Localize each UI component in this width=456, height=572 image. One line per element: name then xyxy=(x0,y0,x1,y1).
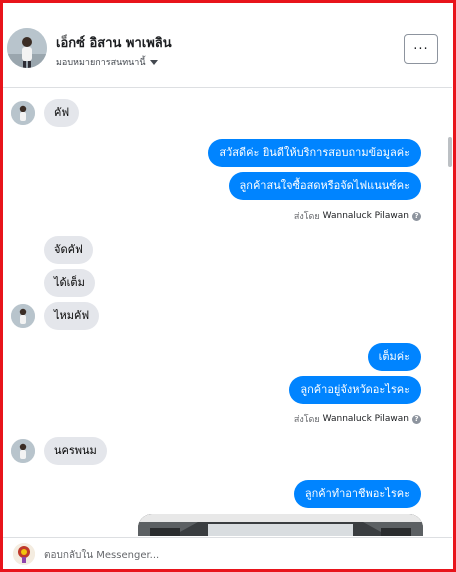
message-bubble[interactable]: ลูกค้าทำอาชีพอะไรคะ xyxy=(293,480,421,508)
sent-by-label: ส่งโดย Wannaluck Pilawan ? xyxy=(294,209,421,223)
sender-avatar xyxy=(11,101,35,125)
assign-label: มอบหมายการสนทนานี้ xyxy=(56,58,146,68)
sender-avatar xyxy=(11,304,35,328)
message-row-incoming: คัฟ xyxy=(11,99,80,127)
message-bubble[interactable]: ได้เต็ม xyxy=(44,269,95,297)
message-bubble[interactable]: ไหมคัฟ xyxy=(44,302,100,330)
reply-bar: ตอบกลับใน Messenger... xyxy=(3,537,452,569)
assign-conversation-dropdown[interactable]: มอบหมายการสนทนานี้ xyxy=(56,55,158,69)
message-row-incoming: ไหมคัฟ xyxy=(11,302,100,330)
contact-avatar[interactable] xyxy=(7,28,47,68)
message-bubble[interactable]: จัดคัฟ xyxy=(44,236,93,264)
message-row-incoming: นครพนม xyxy=(11,437,107,465)
conversation-header: เอ็กซ์ อิสาน พาเพลิน มอบหมายการสนทนานี้ … xyxy=(3,3,452,88)
more-icon: ··· xyxy=(413,41,429,57)
sender-avatar xyxy=(11,439,35,463)
caret-down-icon xyxy=(149,59,158,65)
sent-by-label: ส่งโดย Wannaluck Pilawan ? xyxy=(294,412,421,426)
contact-name[interactable]: เอ็กซ์ อิสาน พาเพลิน xyxy=(56,32,172,53)
message-bubble[interactable]: ลูกค้าอยู่จังหวัดอะไรคะ xyxy=(289,376,421,404)
message-bubble[interactable]: นครพนม xyxy=(44,437,107,465)
message-row-outgoing: เต็มค่ะ xyxy=(367,343,421,371)
message-bubble[interactable]: ลูกค้าสนใจซื้อสดหรือจัดไฟแนนซ์คะ xyxy=(228,172,421,200)
more-options-button[interactable]: ··· xyxy=(404,34,438,64)
sent-by-prefix: ส่งโดย xyxy=(293,415,320,425)
message-row-outgoing: ลูกค้าอยู่จังหวัดอะไรคะ xyxy=(289,376,421,404)
reply-input[interactable]: ตอบกลับใน Messenger... xyxy=(44,548,159,563)
sent-by-name[interactable]: Wannaluck Pilawan xyxy=(323,414,409,424)
message-row-incoming: จัดคัฟ xyxy=(44,236,93,264)
info-icon[interactable]: ? xyxy=(412,414,421,424)
message-list[interactable]: คัฟ สวัสดีค่ะ ยินดีให้บริการสอบถามข้อมูล… xyxy=(3,89,452,536)
page-avatar xyxy=(13,543,35,565)
message-bubble[interactable]: คัฟ xyxy=(44,99,80,127)
info-icon[interactable]: ? xyxy=(412,211,421,221)
image-attachment[interactable] xyxy=(138,514,423,536)
message-row-incoming: ได้เต็ม xyxy=(44,269,95,297)
sent-by-prefix: ส่งโดย xyxy=(293,212,320,222)
message-row-outgoing: ลูกค้าสนใจซื้อสดหรือจัดไฟแนนซ์คะ xyxy=(228,172,421,200)
sent-by-name[interactable]: Wannaluck Pilawan xyxy=(323,211,409,221)
scrollbar-thumb[interactable] xyxy=(448,137,452,167)
message-bubble[interactable]: สวัสดีค่ะ ยินดีให้บริการสอบถามข้อมูลค่ะ xyxy=(208,139,421,167)
message-row-outgoing: สวัสดีค่ะ ยินดีให้บริการสอบถามข้อมูลค่ะ xyxy=(208,139,421,167)
message-bubble[interactable]: เต็มค่ะ xyxy=(367,343,421,371)
message-row-outgoing: ลูกค้าทำอาชีพอะไรคะ xyxy=(293,480,421,508)
